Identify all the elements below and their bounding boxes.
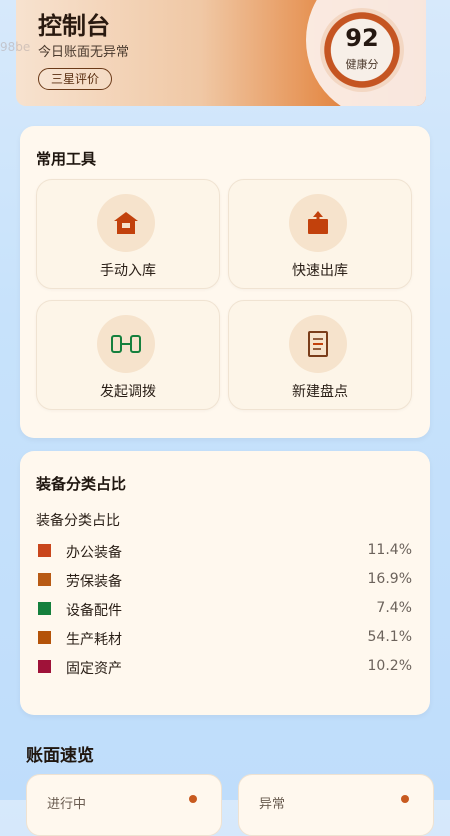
tool-new-inventory[interactable]: 新建盘点 <box>228 300 412 410</box>
tool-label: 手动入库 <box>100 263 156 279</box>
status-dot <box>401 795 409 803</box>
distribution-chart-title: 装备分类占比 <box>36 513 120 529</box>
category-distribution-card: 装备分类占比 装备分类占比 办公装备 11.4% 劳保装备 16.9% 设备配件… <box>20 451 430 715</box>
rating-button[interactable]: 三星评价 <box>38 68 113 90</box>
legend-swatch <box>38 602 51 615</box>
legend-item: 生产耗材 54.1% <box>38 627 412 649</box>
overview-card-label: 进行中 <box>47 797 87 812</box>
legend-item: 设备配件 7.4% <box>38 598 412 620</box>
legend-item: 办公装备 11.4% <box>38 540 412 562</box>
legend-label: 设备配件 <box>66 603 122 619</box>
legend-swatch <box>38 573 51 586</box>
status-dot <box>189 795 197 803</box>
legend-swatch <box>38 544 51 557</box>
tool-manual-inbound[interactable]: 手动入库 <box>36 179 220 289</box>
overview-card-abnormal[interactable]: 异常 <box>238 774 434 836</box>
tool-label: 快速出库 <box>292 263 348 279</box>
legend-swatch <box>38 631 51 644</box>
tool-quick-outbound[interactable]: 快速出库 <box>228 179 412 289</box>
legend-label: 固定资产 <box>66 661 122 677</box>
header-subtitle: 今日账面无异常 <box>38 45 130 60</box>
overview-card-label: 异常 <box>259 797 286 812</box>
health-score-badge[interactable]: 92 健康分 <box>320 8 404 92</box>
overview-section-title: 账面速览 <box>26 746 94 766</box>
distribution-card-title: 装备分类占比 <box>36 475 127 493</box>
warehouse-in-icon <box>97 194 155 252</box>
legend-value: 16.9% <box>367 571 412 587</box>
legend-value: 11.4% <box>367 542 412 558</box>
legend-value: 7.4% <box>376 600 412 616</box>
legend-label: 生产耗材 <box>66 632 122 648</box>
inventory-sheet-icon <box>289 315 347 373</box>
legend-value: 54.1% <box>367 629 412 645</box>
transfer-icon <box>97 315 155 373</box>
legend-item: 劳保装备 16.9% <box>38 569 412 591</box>
legend-item: 固定资产 10.2% <box>38 656 412 678</box>
tool-start-transfer[interactable]: 发起调拨 <box>36 300 220 410</box>
page-title: 控制台 <box>38 12 110 40</box>
legend-value: 10.2% <box>367 658 412 674</box>
overview-card-in-progress[interactable]: 进行中 <box>26 774 222 836</box>
legend-swatch <box>38 660 51 673</box>
box-out-icon <box>289 194 347 252</box>
ghost-text: 98be <box>0 40 31 54</box>
health-score-label: 健康分 <box>345 58 379 71</box>
tools-card: 常用工具 手动入库 快速出库 发起调拨 新建盘点 <box>20 126 430 438</box>
tools-card-title: 常用工具 <box>36 150 97 168</box>
tool-label: 新建盘点 <box>292 384 348 400</box>
legend-label: 劳保装备 <box>66 574 122 590</box>
tool-label: 发起调拨 <box>100 384 156 400</box>
legend-label: 办公装备 <box>66 545 122 561</box>
health-score-value: 92 <box>345 24 379 52</box>
